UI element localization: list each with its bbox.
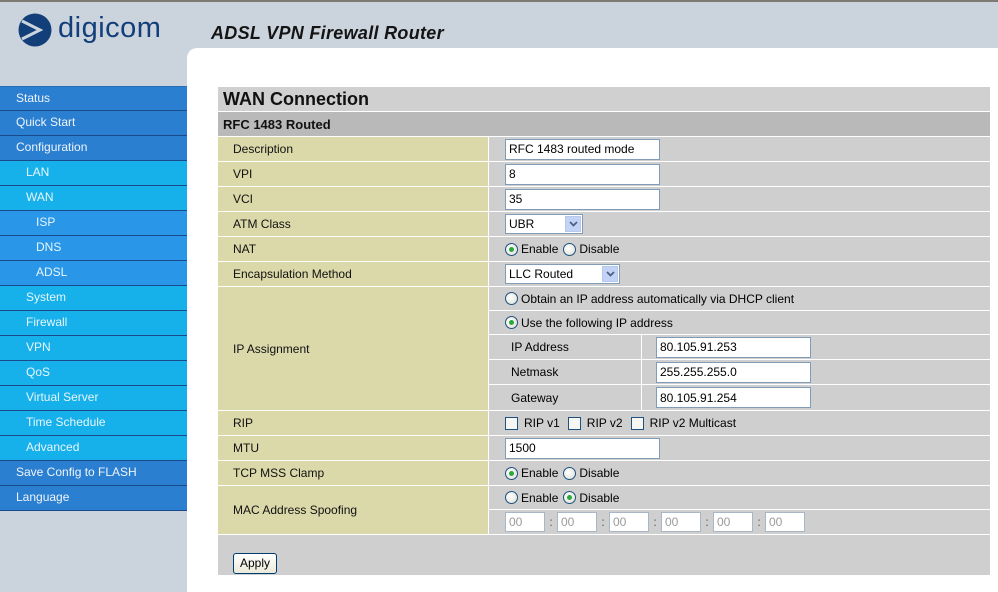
encapsulation-select[interactable]: LLC Routed — [505, 264, 620, 284]
vci-row: VCI — [218, 187, 990, 212]
mac-spoofing-disable-radio[interactable]: Disable — [563, 491, 619, 505]
sidebar-item-configuration[interactable]: Configuration — [0, 136, 187, 161]
netmask-row: Netmask — [489, 360, 990, 385]
sidebar-item-quick-start[interactable]: Quick Start — [0, 111, 187, 136]
description-input[interactable] — [505, 138, 660, 160]
ip-static-radio[interactable]: Use the following IP address — [505, 316, 673, 330]
tcp-mss-disable-radio[interactable]: Disable — [563, 466, 619, 480]
encapsulation-label: Encapsulation Method — [218, 262, 489, 286]
gateway-label: Gateway — [489, 385, 642, 410]
sidebar-item-wan[interactable]: WAN — [0, 186, 187, 211]
radio-selected-icon — [505, 242, 518, 256]
encapsulation-selected: LLC Routed — [509, 267, 574, 281]
nat-label: NAT — [218, 237, 489, 261]
chevron-down-icon[interactable] — [565, 216, 581, 232]
rip-v1-checkbox[interactable]: RIP v1 — [505, 416, 560, 430]
mac-octet-5-input[interactable] — [713, 512, 753, 532]
sidebar-item-vpn[interactable]: VPN — [0, 336, 187, 361]
checkbox-icon[interactable] — [505, 416, 518, 430]
radio-unselected-icon — [563, 466, 577, 480]
ip-assignment-label: IP Assignment — [218, 287, 489, 410]
sidebar-item-virtual-server[interactable]: Virtual Server — [0, 386, 187, 411]
sidebar-item-system[interactable]: System — [0, 286, 187, 311]
radio-selected-icon — [505, 316, 518, 329]
header: digicom ADSL VPN Firewall Router — [0, 2, 998, 48]
radio-selected-icon — [563, 491, 577, 504]
rip-v2-multicast-checkbox[interactable]: RIP v2 Multicast — [630, 416, 736, 430]
digicom-logo-icon — [18, 13, 52, 47]
sidebar-item-qos[interactable]: QoS — [0, 361, 187, 386]
atm-class-selected: UBR — [509, 217, 535, 231]
sidebar-item-language[interactable]: Language — [0, 486, 187, 511]
vpi-input[interactable] — [505, 163, 660, 185]
sidebar-item-adsl[interactable]: ADSL — [0, 261, 187, 286]
radio-unselected-icon — [563, 242, 577, 256]
sidebar-item-time-schedule[interactable]: Time Schedule — [0, 411, 187, 436]
mac-spoofing-label: MAC Address Spoofing — [218, 486, 489, 534]
nat-disable-radio[interactable]: Disable — [563, 242, 619, 256]
atm-class-select[interactable]: UBR — [505, 214, 583, 234]
checkbox-icon[interactable] — [630, 416, 644, 430]
wan-connection-panel: WAN Connection RFC 1483 Routed Descripti… — [218, 87, 990, 575]
apply-area: Apply — [218, 535, 990, 575]
description-row: Description — [218, 137, 990, 162]
ip-address-label: IP Address — [489, 335, 642, 359]
mac-address-fields: : : : : : — [489, 510, 990, 534]
ip-assignment-row: IP Assignment Obtain an IP address autom… — [218, 287, 990, 411]
mac-spoofing-enable-radio[interactable]: Enable — [505, 491, 558, 505]
atm-class-row: ATM Class UBR — [218, 212, 990, 237]
rip-v2-checkbox[interactable]: RIP v2 — [567, 416, 623, 430]
tcp-mss-enable-radio[interactable]: Enable — [505, 466, 558, 480]
tcp-mss-clamp-row: TCP MSS Clamp Enable Disable — [218, 461, 990, 486]
sidebar-item-save-config[interactable]: Save Config to FLASH — [0, 461, 187, 486]
brand-logo: digicom — [18, 13, 161, 47]
mac-spoofing-row: MAC Address Spoofing Enable Disable : : … — [218, 486, 990, 535]
netmask-input[interactable] — [656, 361, 811, 383]
gateway-input[interactable] — [656, 387, 811, 408]
mac-octet-1-input[interactable] — [505, 512, 545, 532]
checkbox-icon[interactable] — [567, 416, 581, 430]
vci-label: VCI — [218, 187, 489, 211]
mac-octet-4-input[interactable] — [661, 512, 701, 532]
radio-unselected-icon — [505, 292, 518, 305]
atm-class-label: ATM Class — [218, 212, 489, 236]
radio-selected-icon — [505, 466, 518, 480]
radio-unselected-icon — [505, 491, 518, 504]
apply-button[interactable]: Apply — [233, 552, 278, 574]
ip-dhcp-radio[interactable]: Obtain an IP address automatically via D… — [505, 292, 794, 306]
chevron-down-icon[interactable] — [602, 266, 618, 282]
tcp-mss-clamp-label: TCP MSS Clamp — [218, 461, 489, 485]
rip-row: RIP RIP v1 RIP v2 RIP v2 Multicast — [218, 411, 990, 436]
vpi-label: VPI — [218, 162, 489, 186]
section-title: RFC 1483 Routed — [218, 112, 990, 137]
mac-octet-2-input[interactable] — [557, 512, 597, 532]
mac-octet-3-input[interactable] — [609, 512, 649, 532]
mac-octet-6-input[interactable] — [765, 512, 805, 532]
vpi-row: VPI — [218, 162, 990, 187]
nat-enable-radio[interactable]: Enable — [505, 242, 558, 256]
netmask-label: Netmask — [489, 360, 642, 384]
ip-address-row: IP Address — [489, 335, 990, 360]
sidebar-item-status[interactable]: Status — [0, 86, 187, 111]
brand-name: digicom — [58, 11, 162, 44]
mtu-input[interactable] — [505, 437, 660, 459]
sidebar-item-dns[interactable]: DNS — [0, 236, 187, 261]
sidebar-item-lan[interactable]: LAN — [0, 161, 187, 186]
rip-label: RIP — [218, 411, 489, 435]
page-title: WAN Connection — [218, 87, 990, 112]
vci-input[interactable] — [505, 188, 660, 210]
sidebar-item-advanced[interactable]: Advanced — [0, 436, 187, 461]
product-title: ADSL VPN Firewall Router — [211, 23, 444, 43]
gateway-row: Gateway — [489, 385, 990, 410]
sidebar-item-firewall[interactable]: Firewall — [0, 311, 187, 336]
mtu-row: MTU — [218, 436, 990, 461]
encapsulation-row: Encapsulation Method LLC Routed — [218, 262, 990, 287]
sidebar-item-isp[interactable]: ISP — [0, 211, 187, 236]
nat-row: NAT Enable Disable — [218, 237, 990, 262]
ip-address-input[interactable] — [656, 336, 811, 358]
description-label: Description — [218, 137, 489, 161]
sidebar-nav: Status Quick Start Configuration LAN WAN… — [0, 86, 187, 511]
mtu-label: MTU — [218, 436, 489, 460]
